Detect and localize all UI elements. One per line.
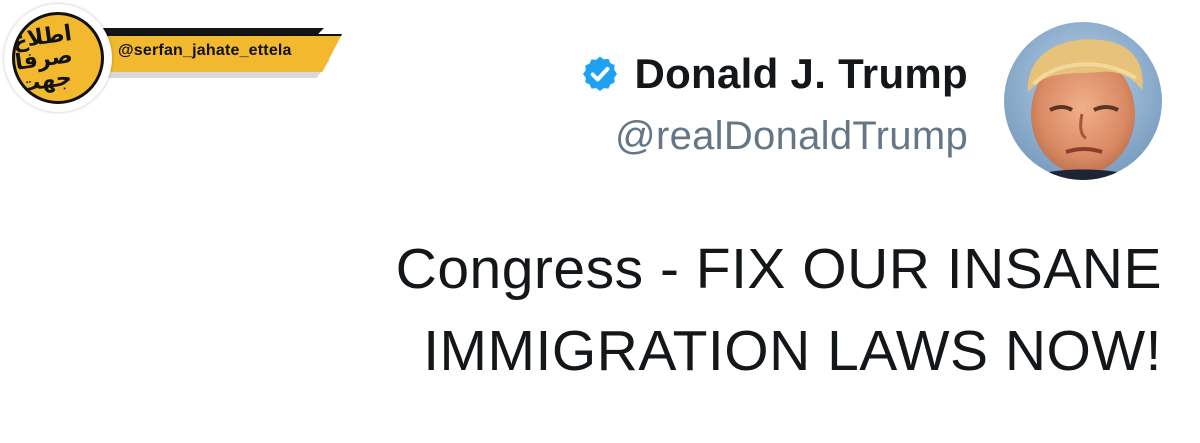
- tweet-author-row: Donald J. Trump: [580, 50, 968, 98]
- watermark-handle: @serfan_jahate_ettela: [118, 42, 292, 59]
- author-display-name[interactable]: Donald J. Trump: [634, 50, 968, 98]
- tweet-text: Congress - FIX OUR INSANE IMMIGRATION LA…: [282, 228, 1162, 392]
- author-handle[interactable]: @realDonaldTrump: [615, 114, 968, 159]
- tweet-text-line: IMMIGRATION LAWS NOW!: [423, 319, 1162, 383]
- tweet-text-line: Congress - FIX OUR INSANE: [395, 237, 1162, 301]
- verified-badge-icon: [583, 56, 618, 91]
- watermark-badge: @serfan_jahate_ettela اطلاع صرفا جهت: [0, 0, 360, 120]
- watermark-logo-icon: اطلاع صرفا جهت: [12, 12, 104, 104]
- profile-photo-icon: [1004, 22, 1162, 180]
- watermark-logo-text: اطلاع صرفا جهت: [12, 20, 75, 98]
- avatar[interactable]: [1004, 22, 1162, 180]
